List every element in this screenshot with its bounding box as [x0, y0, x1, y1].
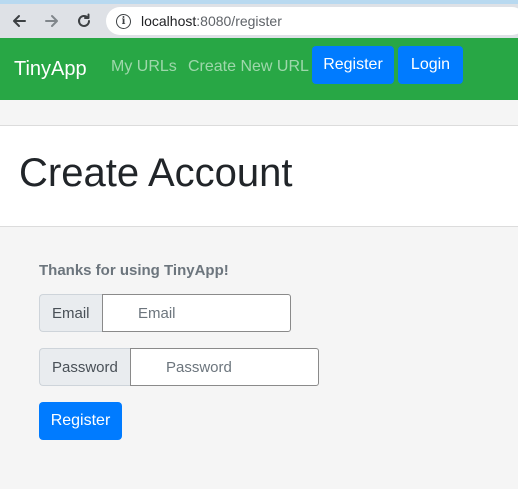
- email-label: Email: [39, 294, 102, 332]
- navbar-login-button[interactable]: Login: [398, 46, 463, 84]
- thanks-message: Thanks for using TinyApp!: [39, 262, 229, 279]
- forward-arrow-icon[interactable]: [40, 9, 64, 33]
- reload-icon[interactable]: [72, 9, 96, 33]
- app-navbar: TinyApp My URLs Create New URL Register …: [0, 38, 518, 100]
- password-field[interactable]: [130, 348, 319, 386]
- email-field[interactable]: [102, 294, 291, 332]
- email-input-group: Email: [39, 294, 291, 332]
- nav-link-create-new-url[interactable]: Create New URL: [188, 58, 309, 76]
- info-icon[interactable]: i: [116, 13, 131, 29]
- password-input-group: Password: [39, 348, 319, 386]
- navbar-brand[interactable]: TinyApp: [14, 58, 87, 81]
- browser-toolbar: i localhost:8080/register: [0, 0, 518, 38]
- address-bar[interactable]: i localhost:8080/register: [106, 7, 518, 35]
- nav-link-my-urls[interactable]: My URLs: [111, 58, 177, 76]
- page-title: Create Account: [19, 151, 293, 195]
- back-arrow-icon[interactable]: [7, 9, 31, 33]
- url-host: localhost: [141, 13, 197, 29]
- password-label: Password: [39, 348, 130, 386]
- register-submit-button[interactable]: Register: [39, 402, 122, 440]
- url-path: :8080/register: [196, 13, 282, 29]
- navbar-register-button[interactable]: Register: [312, 46, 394, 84]
